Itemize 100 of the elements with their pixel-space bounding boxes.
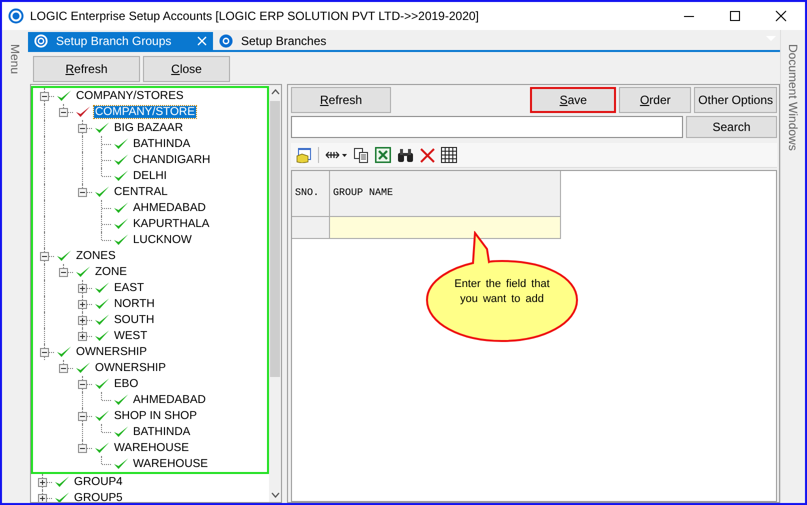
callout-text: Enter the field that you want to add (453, 277, 551, 307)
toolbar-button[interactable]: Save (530, 87, 616, 113)
tree-item[interactable]: COMPANY/STORES (75, 90, 185, 102)
checkmark-icon (54, 475, 70, 489)
checkmark-icon (113, 169, 129, 183)
copy-icon[interactable] (353, 147, 369, 163)
checkmark-icon (94, 185, 110, 199)
checkmark-icon (113, 201, 129, 215)
collapse-icon[interactable] (59, 268, 68, 277)
tree-item[interactable]: AHMEDABAD (132, 394, 207, 406)
tree-item[interactable]: EAST (113, 282, 146, 294)
tree-item[interactable]: GROUP5 (73, 492, 124, 502)
tree-item[interactable]: WAREHOUSE (113, 442, 190, 454)
expand-icon[interactable] (38, 478, 47, 487)
checkmark-icon (75, 361, 91, 375)
checkmark-icon (56, 345, 72, 359)
collapse-icon[interactable] (78, 380, 87, 389)
tree-item[interactable]: ZONES (75, 250, 117, 262)
tree-item[interactable]: DELHI (132, 170, 168, 182)
collapse-icon[interactable] (78, 444, 87, 453)
tree-item[interactable]: BATHINDA (132, 138, 192, 150)
tree-item[interactable]: AHMEDABAD (132, 202, 207, 214)
expand-icon[interactable] (78, 316, 87, 325)
column-width-icon[interactable] (325, 150, 347, 160)
checkmark-icon (56, 249, 72, 263)
tree-item[interactable]: NORTH (113, 298, 156, 310)
tree-item[interactable]: LUCKNOW (132, 234, 193, 246)
input-field[interactable] (330, 217, 561, 239)
search-button[interactable]: Search (686, 116, 777, 138)
grid-icon[interactable] (441, 147, 457, 163)
checkmark-icon (94, 329, 110, 343)
refresh-button[interactable]: Refresh (291, 87, 391, 113)
spreadsheet-icon[interactable] (375, 147, 391, 163)
app-logo-icon (34, 34, 48, 48)
app-logo-icon (8, 8, 24, 24)
collapse-icon[interactable] (78, 412, 87, 421)
checkmark-icon (94, 441, 110, 455)
expand-icon[interactable] (78, 332, 87, 341)
collapse-icon[interactable] (78, 188, 87, 197)
tree-item[interactable]: COMPANY/STORE (94, 106, 196, 118)
checkmark-icon (94, 281, 110, 295)
document-tab[interactable]: Setup Branch Groups (28, 32, 213, 50)
collapse-icon[interactable] (59, 108, 68, 117)
tree-item[interactable]: SHOP IN SHOP (113, 410, 198, 422)
scrollbar[interactable] (269, 85, 281, 502)
tree-item[interactable]: SOUTH (113, 314, 156, 326)
tree-item[interactable]: ZONE (94, 266, 128, 278)
window-title: LOGIC Enterprise Setup Accounts [LOGIC ERP SOLUTION PVT LTD->>2019-2020] (30, 9, 479, 23)
tree-item[interactable]: BIG BAZAAR (113, 122, 184, 134)
checkmark-icon (113, 233, 129, 247)
toolbar-button[interactable]: Other Options (694, 87, 777, 113)
tree-item[interactable]: BATHINDA (132, 426, 192, 438)
checkmark-icon (54, 491, 70, 502)
tree-item[interactable]: KAPURTHALA (132, 218, 210, 230)
checkmark-icon (94, 121, 110, 135)
tree-item[interactable]: GROUP4 (73, 476, 124, 488)
collapse-icon[interactable] (59, 364, 68, 373)
checkmark-icon (75, 265, 91, 279)
expand-icon[interactable] (78, 300, 87, 309)
document-tab[interactable]: Setup Branches (213, 32, 332, 50)
tree-item[interactable]: WEST (113, 330, 148, 342)
checkmark-icon (94, 313, 110, 327)
checkmark-icon (94, 297, 110, 311)
checkmark-icon (113, 393, 129, 407)
maximize-icon[interactable] (729, 10, 741, 22)
scroll-down-icon[interactable] (270, 492, 280, 498)
tree-item[interactable]: CENTRAL (113, 186, 169, 198)
search-field[interactable] (291, 116, 683, 138)
collapse-icon[interactable] (40, 92, 49, 101)
checkmark-icon (113, 217, 129, 231)
toolbar-button[interactable]: Close (143, 56, 230, 82)
expand-icon[interactable] (38, 494, 47, 502)
document-windows-tab[interactable]: Document Windows (786, 44, 800, 151)
app-logo-icon (219, 34, 233, 48)
checkmark-icon (75, 105, 91, 119)
menu-tab[interactable]: Menu (8, 44, 22, 74)
collapse-icon[interactable] (40, 348, 49, 357)
toolbar-button[interactable]: Refresh (33, 56, 140, 82)
scroll-up-icon[interactable] (270, 89, 280, 95)
tree-item[interactable]: EBO (113, 378, 140, 390)
delete-icon[interactable] (420, 148, 435, 162)
tree-item[interactable]: CHANDIGARH (132, 154, 212, 166)
close-icon[interactable] (775, 10, 787, 22)
checkmark-icon (113, 457, 129, 471)
column-header[interactable]: GROUP NAME (330, 171, 561, 217)
tree-item[interactable]: OWNERSHIP (94, 362, 167, 374)
checkmark-icon (113, 137, 129, 151)
form-icon[interactable] (296, 147, 312, 163)
collapse-icon[interactable] (40, 252, 49, 261)
checkmark-icon (94, 377, 110, 391)
checkmark-icon (56, 89, 72, 103)
column-header[interactable]: SNO. (292, 171, 330, 217)
toolbar-button[interactable]: Order (619, 87, 692, 113)
checkmark-icon (94, 409, 110, 423)
tree-item[interactable]: WAREHOUSE (132, 458, 209, 470)
tree-item[interactable]: OWNERSHIP (75, 346, 148, 358)
binoculars-icon[interactable] (397, 147, 414, 163)
row-header (292, 217, 330, 239)
expand-icon[interactable] (78, 284, 87, 293)
collapse-icon[interactable] (78, 124, 87, 133)
